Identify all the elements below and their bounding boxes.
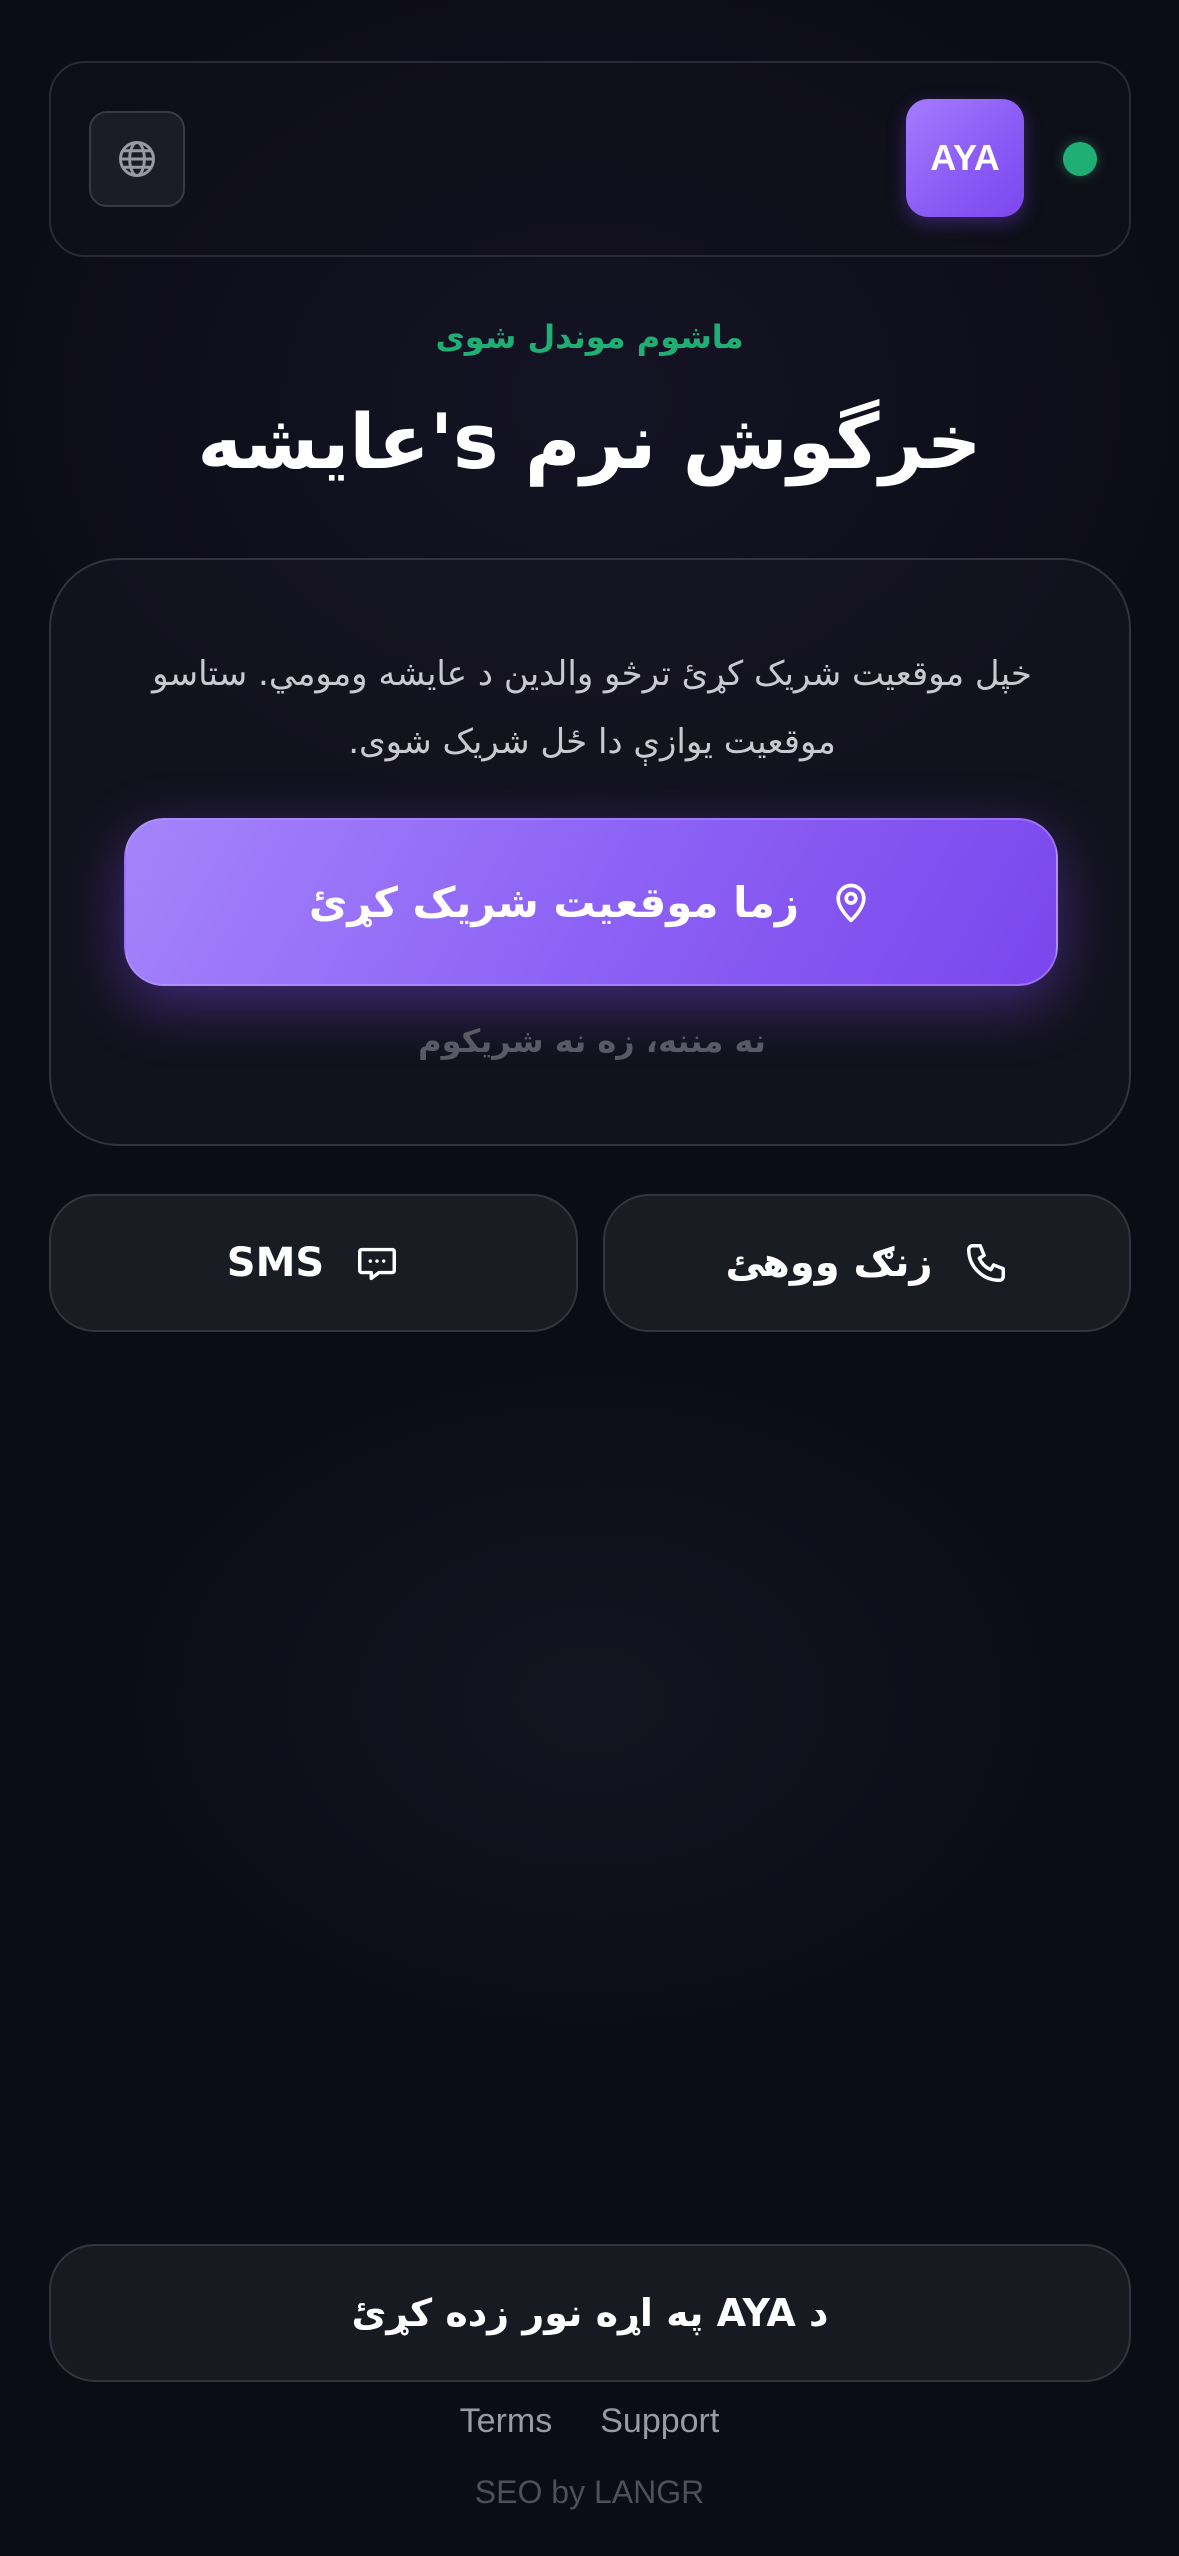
message-icon [354,1240,400,1286]
lost-status-label: ماشوم موندل شوی [435,318,744,356]
learn-more-button[interactable]: د AYA په اړه نور زده کړئ [49,2244,1131,2382]
phone-icon [963,1240,1009,1286]
decline-share-link[interactable]: نه مننه، زه نه شریکوم [51,1022,1133,1060]
sms-button[interactable]: SMS [49,1194,578,1332]
sms-label: SMS [226,1240,325,1286]
map-pin-icon [829,880,873,924]
credit-text: SEO by LANGR [474,2474,705,2510]
call-label: زنګ ووهئ [725,1240,933,1286]
share-description: خپل موقعیت شریک کړئ ترڅو والدین د عایشه … [152,654,1032,762]
globe-icon [115,137,159,181]
call-button[interactable]: زنګ ووهئ [603,1194,1131,1332]
terms-link[interactable]: Terms [460,2402,553,2441]
header-bar: AYA [49,61,1131,257]
support-link[interactable]: Support [600,2402,719,2441]
page-title: عایشه's خرگوش نرم [197,397,982,486]
online-status-dot [1063,142,1097,176]
share-location-card: خپل موقعیت شریک کړئ ترڅو والدین د عایشه … [49,558,1131,1146]
share-location-button[interactable]: زما موقعیت شریک کړئ [124,818,1058,986]
share-location-label: زما موقعیت شریک کړئ [308,877,800,927]
footer-links: Terms Support [0,2402,1179,2441]
language-button[interactable] [89,111,185,207]
aya-logo: AYA [906,99,1024,217]
